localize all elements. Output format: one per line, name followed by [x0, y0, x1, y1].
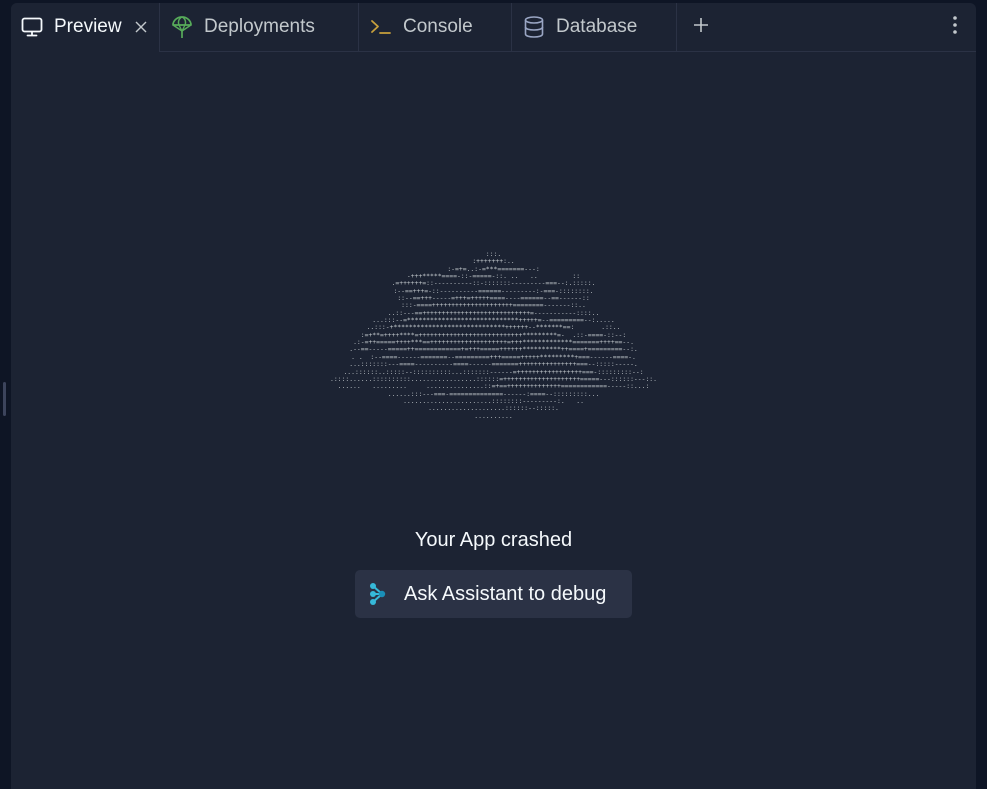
tab-console-label: Console — [403, 16, 473, 37]
deployments-icon — [170, 15, 194, 39]
monitor-icon — [20, 15, 44, 39]
terminal-icon — [369, 15, 393, 39]
tab-database-label: Database — [556, 16, 638, 37]
crash-ascii-art: :::.:+++++++:..:-=+=..:-=***=======---: -… — [11, 250, 976, 420]
close-tab-icon[interactable] — [131, 17, 151, 37]
tab-console[interactable]: Console — [359, 3, 512, 51]
add-tab-button[interactable] — [677, 3, 725, 51]
plus-icon — [693, 17, 709, 38]
tab-deployments-label: Deployments — [204, 16, 315, 37]
crash-message: Your App crashed — [414, 529, 573, 551]
database-icon — [522, 15, 546, 39]
tab-preview-label: Preview — [54, 16, 122, 37]
tab-deployments[interactable]: Deployments — [160, 3, 359, 51]
kebab-menu-icon — [952, 15, 958, 40]
ask-assistant-debug-label: Ask Assistant to debug — [404, 582, 607, 605]
preview-pane: Preview Deployments Console Database:::… — [11, 3, 976, 789]
tab-bar: Preview Deployments Console Database — [11, 3, 976, 52]
panel-resize-handle[interactable] — [3, 382, 6, 416]
tab-database[interactable]: Database — [512, 3, 677, 51]
tab-preview[interactable]: Preview — [11, 3, 160, 52]
more-options-button[interactable] — [942, 14, 968, 40]
ask-assistant-debug-button[interactable]: Ask Assistant to debug — [355, 570, 632, 618]
ascii-art-line: .......... — [474, 411, 513, 420]
assistant-icon — [369, 582, 389, 606]
